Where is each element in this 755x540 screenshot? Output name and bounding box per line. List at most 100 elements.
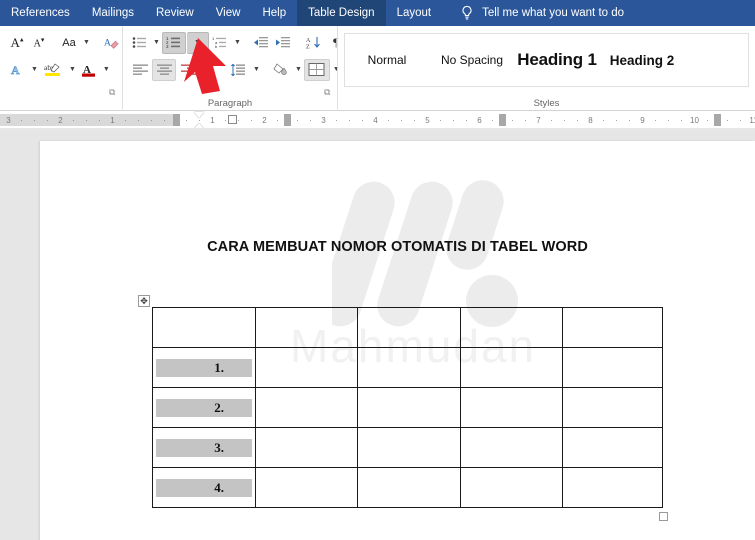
table-cell-number[interactable]: 2. — [153, 388, 256, 428]
table-row[interactable]: 4. — [153, 468, 663, 508]
table-cell-number[interactable]: 1. — [153, 348, 256, 388]
font-color-button[interactable]: A — [78, 59, 100, 81]
table-row[interactable]: 1. — [153, 348, 663, 388]
increase-indent-button[interactable] — [273, 32, 295, 54]
table-row[interactable]: 2. — [153, 388, 663, 428]
paragraph-dialog-launcher[interactable]: ⧉ — [324, 87, 334, 97]
paragraph-group-label: Paragraph — [123, 98, 337, 109]
table-resize-handle[interactable] — [659, 512, 668, 521]
table-row[interactable] — [153, 308, 663, 348]
table-cell-number[interactable]: 4. — [153, 468, 256, 508]
numbering-dropdown-chevron-down-icon[interactable]: ▼ — [187, 32, 209, 54]
style-heading-2[interactable]: Heading 2 — [600, 34, 685, 86]
tell-me-search[interactable]: Tell me what you want to do — [460, 5, 624, 21]
align-right-button[interactable] — [176, 59, 200, 81]
document-table-wrapper: ✥ 1.2.3.4. — [152, 307, 663, 508]
chevron-down-icon[interactable]: ▼ — [29, 66, 40, 73]
table-move-handle-icon[interactable]: ✥ — [138, 295, 150, 307]
styles-group-label: Styles — [338, 98, 755, 109]
table-row[interactable]: 3. — [153, 428, 663, 468]
table-cell[interactable] — [461, 388, 563, 428]
first-line-indent-marker[interactable] — [194, 112, 204, 118]
svg-text:A: A — [306, 38, 311, 44]
svg-text:Z: Z — [306, 45, 310, 50]
styles-gallery: Normal No Spacing Heading 1 Heading 2 — [344, 33, 749, 87]
list-number-selected: 4. — [156, 479, 252, 497]
chevron-down-icon[interactable]: ▼ — [67, 66, 78, 73]
table-cell[interactable] — [256, 308, 358, 348]
table-cell[interactable] — [563, 308, 663, 348]
line-spacing-button[interactable] — [226, 59, 250, 81]
chevron-down-icon[interactable]: ▼ — [101, 66, 112, 73]
table-cell[interactable] — [358, 468, 461, 508]
shading-button[interactable] — [270, 59, 292, 81]
table-cell[interactable] — [563, 388, 663, 428]
lightbulb-icon — [460, 5, 474, 21]
paragraph-group: ▼ 1 2 3 ▼ 1 a b ▼ — [122, 26, 337, 111]
table-cell[interactable] — [563, 428, 663, 468]
style-heading-1[interactable]: Heading 1 — [515, 34, 600, 86]
document-table[interactable]: 1. 2. 3. 4. — [152, 307, 663, 508]
document-canvas[interactable]: Mahmudan CARA MEMBUAT NOMOR OTOMATIS DI … — [0, 129, 755, 540]
tab-view[interactable]: View — [205, 0, 252, 26]
grow-font-button[interactable]: A▴ — [6, 32, 28, 54]
tab-layout[interactable]: Layout — [386, 0, 443, 26]
table-cell[interactable] — [461, 468, 563, 508]
table-cell[interactable] — [358, 308, 461, 348]
chevron-down-icon[interactable]: ▼ — [81, 39, 92, 46]
table-cell[interactable] — [358, 348, 461, 388]
tab-references[interactable]: References — [0, 0, 81, 26]
table-cell[interactable] — [256, 428, 358, 468]
table-cell[interactable] — [358, 428, 461, 468]
table-cell[interactable] — [256, 348, 358, 388]
svg-text:A: A — [104, 38, 111, 49]
font-group: A▴ A▾ Aa ▼ A A ▼ — [0, 26, 122, 111]
text-effects-button[interactable]: A — [6, 59, 28, 81]
svg-text:3: 3 — [166, 44, 169, 49]
tab-help[interactable]: Help — [251, 0, 297, 26]
tab-table-design[interactable]: Table Design — [297, 0, 385, 26]
table-cell[interactable] — [461, 348, 563, 388]
table-cell[interactable] — [256, 468, 358, 508]
tab-review[interactable]: Review — [145, 0, 205, 26]
style-no-spacing[interactable]: No Spacing — [430, 34, 515, 86]
table-cell[interactable] — [256, 388, 358, 428]
clear-formatting-button[interactable]: A — [100, 32, 122, 54]
table-cell-number[interactable]: 3. — [153, 428, 256, 468]
numbering-button[interactable]: 1 2 3 — [162, 32, 186, 54]
table-cell[interactable] — [461, 428, 563, 468]
borders-button[interactable] — [304, 59, 330, 81]
chevron-down-icon[interactable]: ▼ — [151, 39, 162, 46]
chevron-down-icon[interactable]: ▼ — [251, 66, 262, 73]
shrink-font-button[interactable]: A▾ — [28, 32, 50, 54]
table-cell[interactable] — [563, 348, 663, 388]
bullets-button[interactable] — [128, 32, 150, 54]
svg-text:b: b — [215, 44, 218, 49]
table-cell-number[interactable] — [153, 308, 256, 348]
font-dialog-launcher[interactable]: ⧉ — [109, 87, 119, 97]
ribbon-tab-bar: References Mailings Review View Help Tab… — [0, 0, 755, 26]
decrease-indent-button[interactable] — [251, 32, 273, 54]
table-cell[interactable] — [461, 308, 563, 348]
tab-mailings[interactable]: Mailings — [81, 0, 145, 26]
ribbon-body: A▴ A▾ Aa ▼ A A ▼ — [0, 26, 755, 111]
horizontal-ruler[interactable]: 3···2···1······1···2···3···4···5···6···7… — [0, 111, 755, 129]
text-highlight-color-button[interactable]: aby — [40, 59, 66, 81]
list-number-selected: 2. — [156, 399, 252, 417]
chevron-down-icon[interactable]: ▼ — [293, 66, 304, 73]
list-number-selected: 3. — [156, 439, 252, 457]
left-indent-marker[interactable] — [228, 115, 237, 124]
style-normal[interactable]: Normal — [345, 34, 430, 86]
svg-text:A: A — [11, 63, 20, 77]
document-page[interactable]: Mahmudan CARA MEMBUAT NOMOR OTOMATIS DI … — [40, 141, 755, 540]
align-center-button[interactable] — [152, 59, 176, 81]
list-number-selected: 1. — [156, 359, 252, 377]
change-case-button[interactable]: Aa — [58, 32, 80, 54]
chevron-down-icon[interactable]: ▼ — [232, 39, 243, 46]
align-left-button[interactable] — [128, 59, 152, 81]
multilevel-list-button[interactable]: 1 a b — [209, 32, 231, 54]
table-cell[interactable] — [358, 388, 461, 428]
tell-me-label: Tell me what you want to do — [482, 7, 624, 19]
sort-button[interactable]: A Z — [303, 32, 325, 54]
table-cell[interactable] — [563, 468, 663, 508]
